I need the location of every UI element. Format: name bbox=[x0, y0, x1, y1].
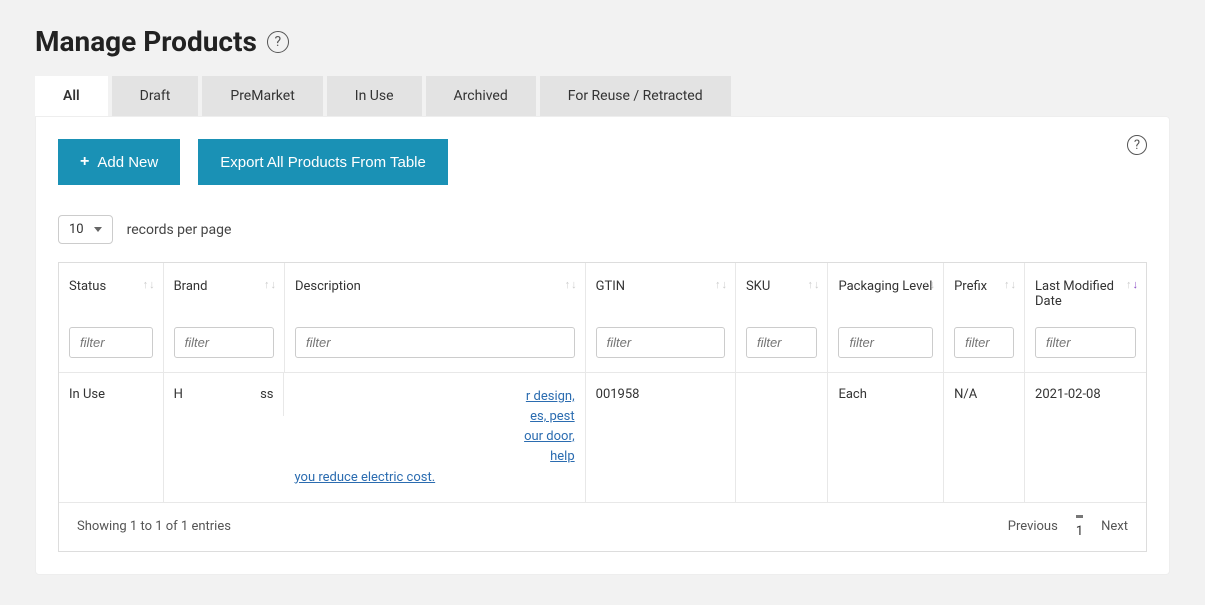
panel-help-icon[interactable]: ? bbox=[1127, 135, 1147, 155]
page-title-row: Manage Products ? bbox=[35, 25, 1195, 58]
col-header-status[interactable]: Status ↑↓ bbox=[59, 263, 163, 317]
description-link[interactable]: r design, bbox=[526, 389, 575, 404]
col-header-label: Status bbox=[69, 279, 106, 294]
tab-for-reuse-retracted[interactable]: For Reuse / Retracted bbox=[540, 76, 731, 116]
tabs: AllDraftPreMarketIn UseArchivedFor Reuse… bbox=[35, 76, 1195, 116]
pager-previous[interactable]: Previous bbox=[1008, 519, 1058, 534]
cell-description: r design, es, pest our door, help you reduc… bbox=[284, 373, 585, 502]
description-link[interactable]: our door, bbox=[524, 429, 575, 444]
filter-input-sku[interactable] bbox=[746, 327, 818, 358]
sort-icon: ↑↓ bbox=[143, 281, 155, 289]
cell-gtin: 001958 bbox=[585, 373, 735, 502]
table-filter-row bbox=[59, 317, 1146, 373]
col-filter-sku bbox=[735, 317, 828, 373]
table-row[interactable]: In UseHss r design, es, pest our door, help… bbox=[59, 373, 1146, 502]
col-header-label: Packaging Level bbox=[838, 279, 932, 294]
filter-input-prefix[interactable] bbox=[954, 327, 1014, 358]
col-filter-description bbox=[284, 317, 585, 373]
col-header-packaging[interactable]: Packaging Level↑↓ bbox=[828, 263, 944, 317]
description-link[interactable]: you reduce electric cost. bbox=[294, 470, 435, 485]
col-header-modified[interactable]: Last Modified Date ↑↓ bbox=[1025, 263, 1146, 317]
tab-draft[interactable]: Draft bbox=[112, 76, 199, 116]
sort-icon: ↑↓ bbox=[1126, 281, 1138, 289]
filter-input-gtin[interactable] bbox=[596, 327, 725, 358]
entries-text: Showing 1 to 1 of 1 entries bbox=[77, 519, 231, 534]
sort-icon: ↑↓ bbox=[1004, 281, 1016, 289]
page-title: Manage Products bbox=[35, 25, 257, 58]
cell-modified: 2021-02-08 bbox=[1025, 373, 1146, 502]
records-select[interactable]: 10 bbox=[58, 215, 113, 244]
table-body: In UseHss r design, es, pest our door, help… bbox=[59, 373, 1146, 502]
filter-input-modified[interactable] bbox=[1035, 327, 1136, 358]
filter-input-packaging[interactable] bbox=[838, 327, 933, 358]
cell-packaging: Each bbox=[828, 373, 944, 502]
col-header-prefix[interactable]: Prefix ↑↓ bbox=[944, 263, 1025, 317]
actions-row: + Add New Export All Products From Table bbox=[58, 139, 1147, 185]
col-header-sku[interactable]: SKU ↑↓ bbox=[735, 263, 828, 317]
col-header-label: Brand bbox=[174, 279, 208, 294]
filter-input-brand[interactable] bbox=[174, 327, 274, 358]
col-filter-status bbox=[59, 317, 163, 373]
tab-premarket[interactable]: PreMarket bbox=[202, 76, 322, 116]
add-new-button[interactable]: + Add New bbox=[58, 139, 180, 185]
description-link[interactable]: help bbox=[550, 449, 575, 464]
tab-in-use[interactable]: In Use bbox=[327, 76, 422, 116]
col-header-label: GTIN bbox=[596, 279, 625, 294]
records-select-value: 10 bbox=[69, 222, 84, 237]
records-label: records per page bbox=[127, 222, 232, 238]
pager-next[interactable]: Next bbox=[1101, 519, 1128, 534]
sort-icon: ↑↓ bbox=[264, 281, 276, 289]
col-header-label: Last Modified Date bbox=[1035, 279, 1114, 309]
chevron-down-icon bbox=[94, 227, 102, 232]
description-link[interactable]: es, pest bbox=[530, 409, 575, 424]
filter-input-description[interactable] bbox=[295, 327, 575, 358]
pager-page-1[interactable]: 1 bbox=[1076, 515, 1083, 539]
tab-all[interactable]: All bbox=[35, 76, 108, 116]
col-header-gtin[interactable]: GTIN ↑↓ bbox=[585, 263, 735, 317]
export-all-button[interactable]: Export All Products From Table bbox=[198, 139, 448, 185]
cell-prefix: N/A bbox=[944, 373, 1025, 502]
col-filter-brand bbox=[163, 317, 284, 373]
col-header-description[interactable]: Description ↑↓ bbox=[284, 263, 585, 317]
add-new-label: Add New bbox=[97, 154, 158, 171]
cell-sku bbox=[735, 373, 828, 502]
tab-archived[interactable]: Archived bbox=[426, 76, 536, 116]
col-filter-gtin bbox=[585, 317, 735, 373]
help-icon[interactable]: ? bbox=[267, 31, 289, 53]
col-header-label: Prefix bbox=[954, 279, 987, 294]
plus-icon: + bbox=[80, 153, 89, 171]
records-per-page-row: 10 records per page bbox=[58, 215, 1147, 244]
col-filter-packaging bbox=[828, 317, 944, 373]
col-header-brand[interactable]: Brand ↑↓ bbox=[163, 263, 284, 317]
cell-status: In Use bbox=[59, 373, 163, 502]
products-table: Status↑↓Brand↑↓Description↑↓GTIN↑↓SKU↑↓P… bbox=[59, 263, 1146, 502]
sort-icon: ↑↓ bbox=[565, 281, 577, 289]
sort-icon: ↑↓ bbox=[807, 281, 819, 289]
filter-input-status[interactable] bbox=[69, 327, 153, 358]
main-panel: ? + Add New Export All Products From Tab… bbox=[35, 116, 1170, 575]
col-header-label: SKU bbox=[746, 279, 770, 294]
products-table-wrap: Status↑↓Brand↑↓Description↑↓GTIN↑↓SKU↑↓P… bbox=[58, 262, 1147, 552]
table-header-row: Status↑↓Brand↑↓Description↑↓GTIN↑↓SKU↑↓P… bbox=[59, 263, 1146, 317]
cell-brand: Hss bbox=[164, 373, 285, 416]
pager: Previous 1 Next bbox=[1008, 515, 1128, 539]
col-filter-modified bbox=[1025, 317, 1146, 373]
table-footer: Showing 1 to 1 of 1 entries Previous 1 N… bbox=[59, 502, 1146, 551]
sort-icon: ↑↓ bbox=[923, 281, 935, 289]
col-filter-prefix bbox=[944, 317, 1025, 373]
sort-icon: ↑↓ bbox=[715, 281, 727, 289]
export-all-label: Export All Products From Table bbox=[220, 154, 426, 171]
col-header-label: Description bbox=[295, 279, 361, 294]
